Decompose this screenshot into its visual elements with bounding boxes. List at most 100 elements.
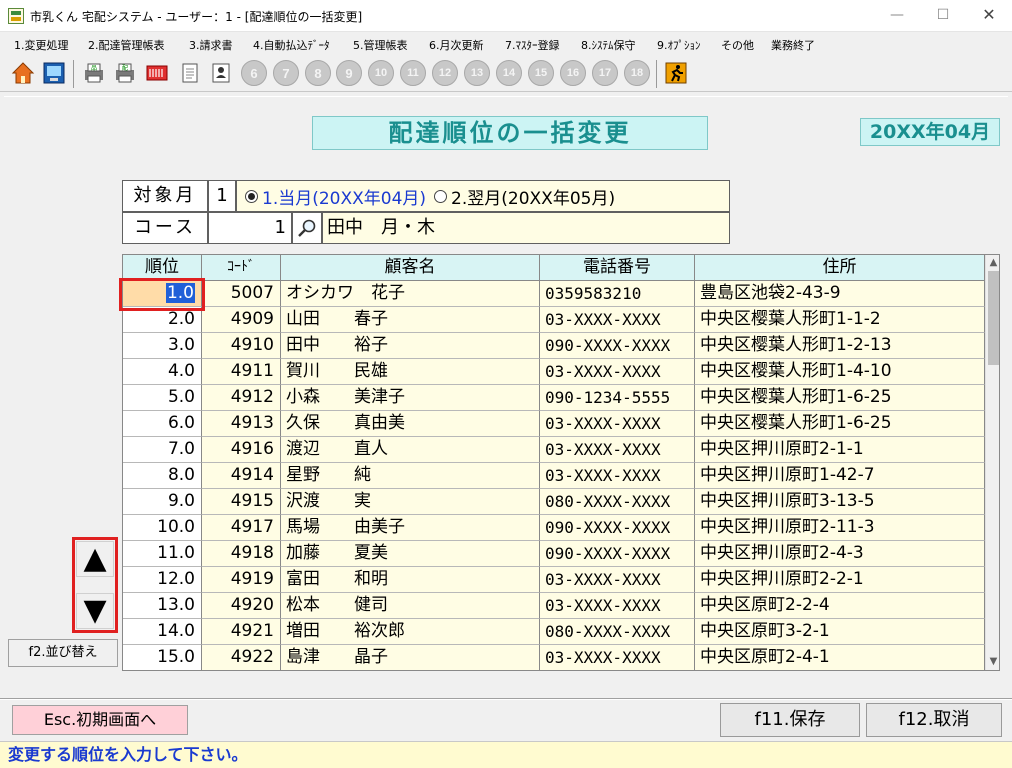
rank-cell[interactable]: 14.0 <box>123 619 202 645</box>
menu-auto-payment[interactable]: 4.自動払込ﾃﾞｰﾀ <box>253 37 330 53</box>
home-icon[interactable] <box>9 59 37 87</box>
function-11-button[interactable]: 11 <box>400 60 426 86</box>
table-row[interactable]: 12.0 4919 富田 和明 03-XXXX-XXXX 中央区押川原町2-2-1 <box>123 567 985 593</box>
table-row[interactable]: 3.0 4910 田中 裕子 090-XXXX-XXXX 中央区樱葉人形町1-2-13 <box>123 333 985 359</box>
app-icon <box>8 8 24 24</box>
back-to-home-button[interactable]: Esc.初期画面へ <box>12 705 188 735</box>
function-8-button[interactable]: 8 <box>305 60 331 86</box>
rank-cell[interactable]: 13.0 <box>123 593 202 619</box>
table-row[interactable]: 1.0 5007 オシカワ 花子 0359583210 豊島区池袋2-43-9 <box>123 281 985 307</box>
menu-other[interactable]: その他 <box>721 37 754 53</box>
header-code: ｺｰﾄﾞ <box>202 255 281 281</box>
function-7-button[interactable]: 7 <box>273 60 299 86</box>
table-row[interactable]: 8.0 4914 星野 純 03-XXXX-XXXX 中央区押川原町1-42-7 <box>123 463 985 489</box>
phone-cell: 0359583210 <box>540 281 695 307</box>
next-month-option[interactable]: 2.翌月(20XX年05月) <box>451 184 615 209</box>
function-9-button[interactable]: 9 <box>336 60 362 86</box>
rank-cell[interactable]: 11.0 <box>123 541 202 567</box>
sort-button[interactable]: f2.並び替え <box>8 639 118 667</box>
current-month-option[interactable]: 1.当月(20XX年04月) <box>262 184 426 209</box>
course-input[interactable]: 1 <box>208 212 292 244</box>
up-arrow-icon: ▲ <box>83 541 107 576</box>
monitor-icon[interactable] <box>40 59 68 87</box>
code-cell: 4916 <box>202 437 281 463</box>
phone-cell: 03-XXXX-XXXX <box>540 307 695 333</box>
table-row[interactable]: 10.0 4917 馬場 由美子 090-XXXX-XXXX 中央区押川原町2-11-3 <box>123 515 985 541</box>
move-up-button[interactable]: ▲ <box>76 541 114 577</box>
rank-cell[interactable]: 15.0 <box>123 645 202 670</box>
code-cell: 4920 <box>202 593 281 619</box>
rank-cell[interactable]: 6.0 <box>123 411 202 437</box>
print-product-icon[interactable]: 品 <box>80 59 108 87</box>
function-12-button[interactable]: 12 <box>432 60 458 86</box>
rank-cell[interactable]: 4.0 <box>123 359 202 385</box>
menu-master-registration[interactable]: 7.ﾏｽﾀｰ登録 <box>505 37 560 53</box>
course-search-button[interactable] <box>292 212 322 244</box>
scroll-up-icon[interactable]: ▲ <box>986 255 999 271</box>
function-10-button[interactable]: 10 <box>368 60 394 86</box>
course-label: コース <box>122 212 208 244</box>
table-scrollbar[interactable]: ▲ ▼ <box>985 255 999 670</box>
document-icon[interactable] <box>176 59 204 87</box>
move-down-button[interactable]: ▼ <box>76 593 114 629</box>
person-card-icon[interactable] <box>207 59 235 87</box>
menu-monthly-update[interactable]: 6.月次更新 <box>429 37 484 53</box>
current-month-radio[interactable] <box>245 189 258 203</box>
save-button[interactable]: f11.保存 <box>720 703 860 737</box>
barcode-icon[interactable] <box>143 59 171 87</box>
rank-cell[interactable]: 12.0 <box>123 567 202 593</box>
exit-runner-icon[interactable] <box>662 59 690 87</box>
svg-text:配: 配 <box>122 65 128 72</box>
table-row[interactable]: 15.0 4922 島津 晶子 03-XXXX-XXXX 中央区原町2-4-1 <box>123 645 985 670</box>
rank-cell[interactable]: 3.0 <box>123 333 202 359</box>
menu-exit-business[interactable]: 業務終了 <box>771 37 815 53</box>
customer-name-cell: 馬場 由美子 <box>281 515 540 541</box>
cancel-button[interactable]: f12.取消 <box>866 703 1002 737</box>
rank-cell[interactable]: 8.0 <box>123 463 202 489</box>
menu-bar: 1.変更処理 2.配達管理帳表 3.請求書 4.自動払込ﾃﾞｰﾀ 5.管理帳表 … <box>0 32 1012 56</box>
bottom-separator <box>0 698 1012 700</box>
month-options: 1.当月(20XX年04月) 2.翌月(20XX年05月) <box>236 180 730 212</box>
function-16-button[interactable]: 16 <box>560 60 586 86</box>
menu-options[interactable]: 9.ｵﾌﾟｼｮﾝ <box>657 37 701 53</box>
table-row[interactable]: 11.0 4918 加藤 夏美 090-XXXX-XXXX 中央区押川原町2-4-3 <box>123 541 985 567</box>
print-delivery-icon[interactable]: 配 <box>111 59 139 87</box>
phone-cell: 03-XXXX-XXXX <box>540 593 695 619</box>
close-button[interactable]: ✕ <box>966 0 1012 32</box>
function-17-button[interactable]: 17 <box>592 60 618 86</box>
table-row[interactable]: 6.0 4913 久保 真由美 03-XXXX-XXXX 中央区樱葉人形町1-6-25 <box>123 411 985 437</box>
menu-system-maintenance[interactable]: 8.ｼｽﾃﾑ保守 <box>581 37 636 53</box>
menu-change[interactable]: 1.変更処理 <box>14 37 69 53</box>
code-cell: 4918 <box>202 541 281 567</box>
table-row[interactable]: 9.0 4915 沢渡 実 080-XXXX-XXXX 中央区押川原町3-13-5 <box>123 489 985 515</box>
target-month-input[interactable]: 1 <box>208 180 236 212</box>
rank-cell[interactable]: 9.0 <box>123 489 202 515</box>
function-14-button[interactable]: 14 <box>496 60 522 86</box>
table-row[interactable]: 14.0 4921 増田 裕次郎 080-XXXX-XXXX 中央区原町3-2-1 <box>123 619 985 645</box>
address-cell: 中央区樱葉人形町1-6-25 <box>695 385 985 411</box>
table-row[interactable]: 2.0 4909 山田 春子 03-XXXX-XXXX 中央区樱葉人形町1-1-2 <box>123 307 985 333</box>
scroll-down-icon[interactable]: ▼ <box>986 654 999 670</box>
rank-cell[interactable]: 10.0 <box>123 515 202 541</box>
rank-cell[interactable]: 7.0 <box>123 437 202 463</box>
function-6-button[interactable]: 6 <box>241 60 267 86</box>
address-cell: 中央区樱葉人形町1-4-10 <box>695 359 985 385</box>
function-18-button[interactable]: 18 <box>624 60 650 86</box>
menu-management-reports[interactable]: 5.管理帳表 <box>353 37 408 53</box>
period-badge: 20XX年04月 <box>860 118 1000 146</box>
table-row[interactable]: 13.0 4920 松本 健司 03-XXXX-XXXX 中央区原町2-2-4 <box>123 593 985 619</box>
minimize-button[interactable]: — <box>874 0 920 32</box>
next-month-radio[interactable] <box>434 189 448 203</box>
menu-invoice[interactable]: 3.請求書 <box>189 37 233 53</box>
function-13-button[interactable]: 13 <box>464 60 490 86</box>
menu-delivery-reports[interactable]: 2.配達管理帳表 <box>88 37 165 53</box>
table-row[interactable]: 5.0 4912 小森 美津子 090-1234-5555 中央区樱葉人形町1-6-25 <box>123 385 985 411</box>
table-row[interactable]: 4.0 4911 賀川 民雄 03-XXXX-XXXX 中央区樱葉人形町1-4-10 <box>123 359 985 385</box>
function-15-button[interactable]: 15 <box>528 60 554 86</box>
maximize-button[interactable]: ☐ <box>920 0 966 32</box>
scroll-thumb[interactable] <box>988 271 999 365</box>
table-row[interactable]: 7.0 4916 渡辺 直人 03-XXXX-XXXX 中央区押川原町2-1-1 <box>123 437 985 463</box>
address-cell: 中央区押川原町3-13-5 <box>695 489 985 515</box>
header-customer-name: 顧客名 <box>281 255 540 281</box>
rank-cell[interactable]: 5.0 <box>123 385 202 411</box>
